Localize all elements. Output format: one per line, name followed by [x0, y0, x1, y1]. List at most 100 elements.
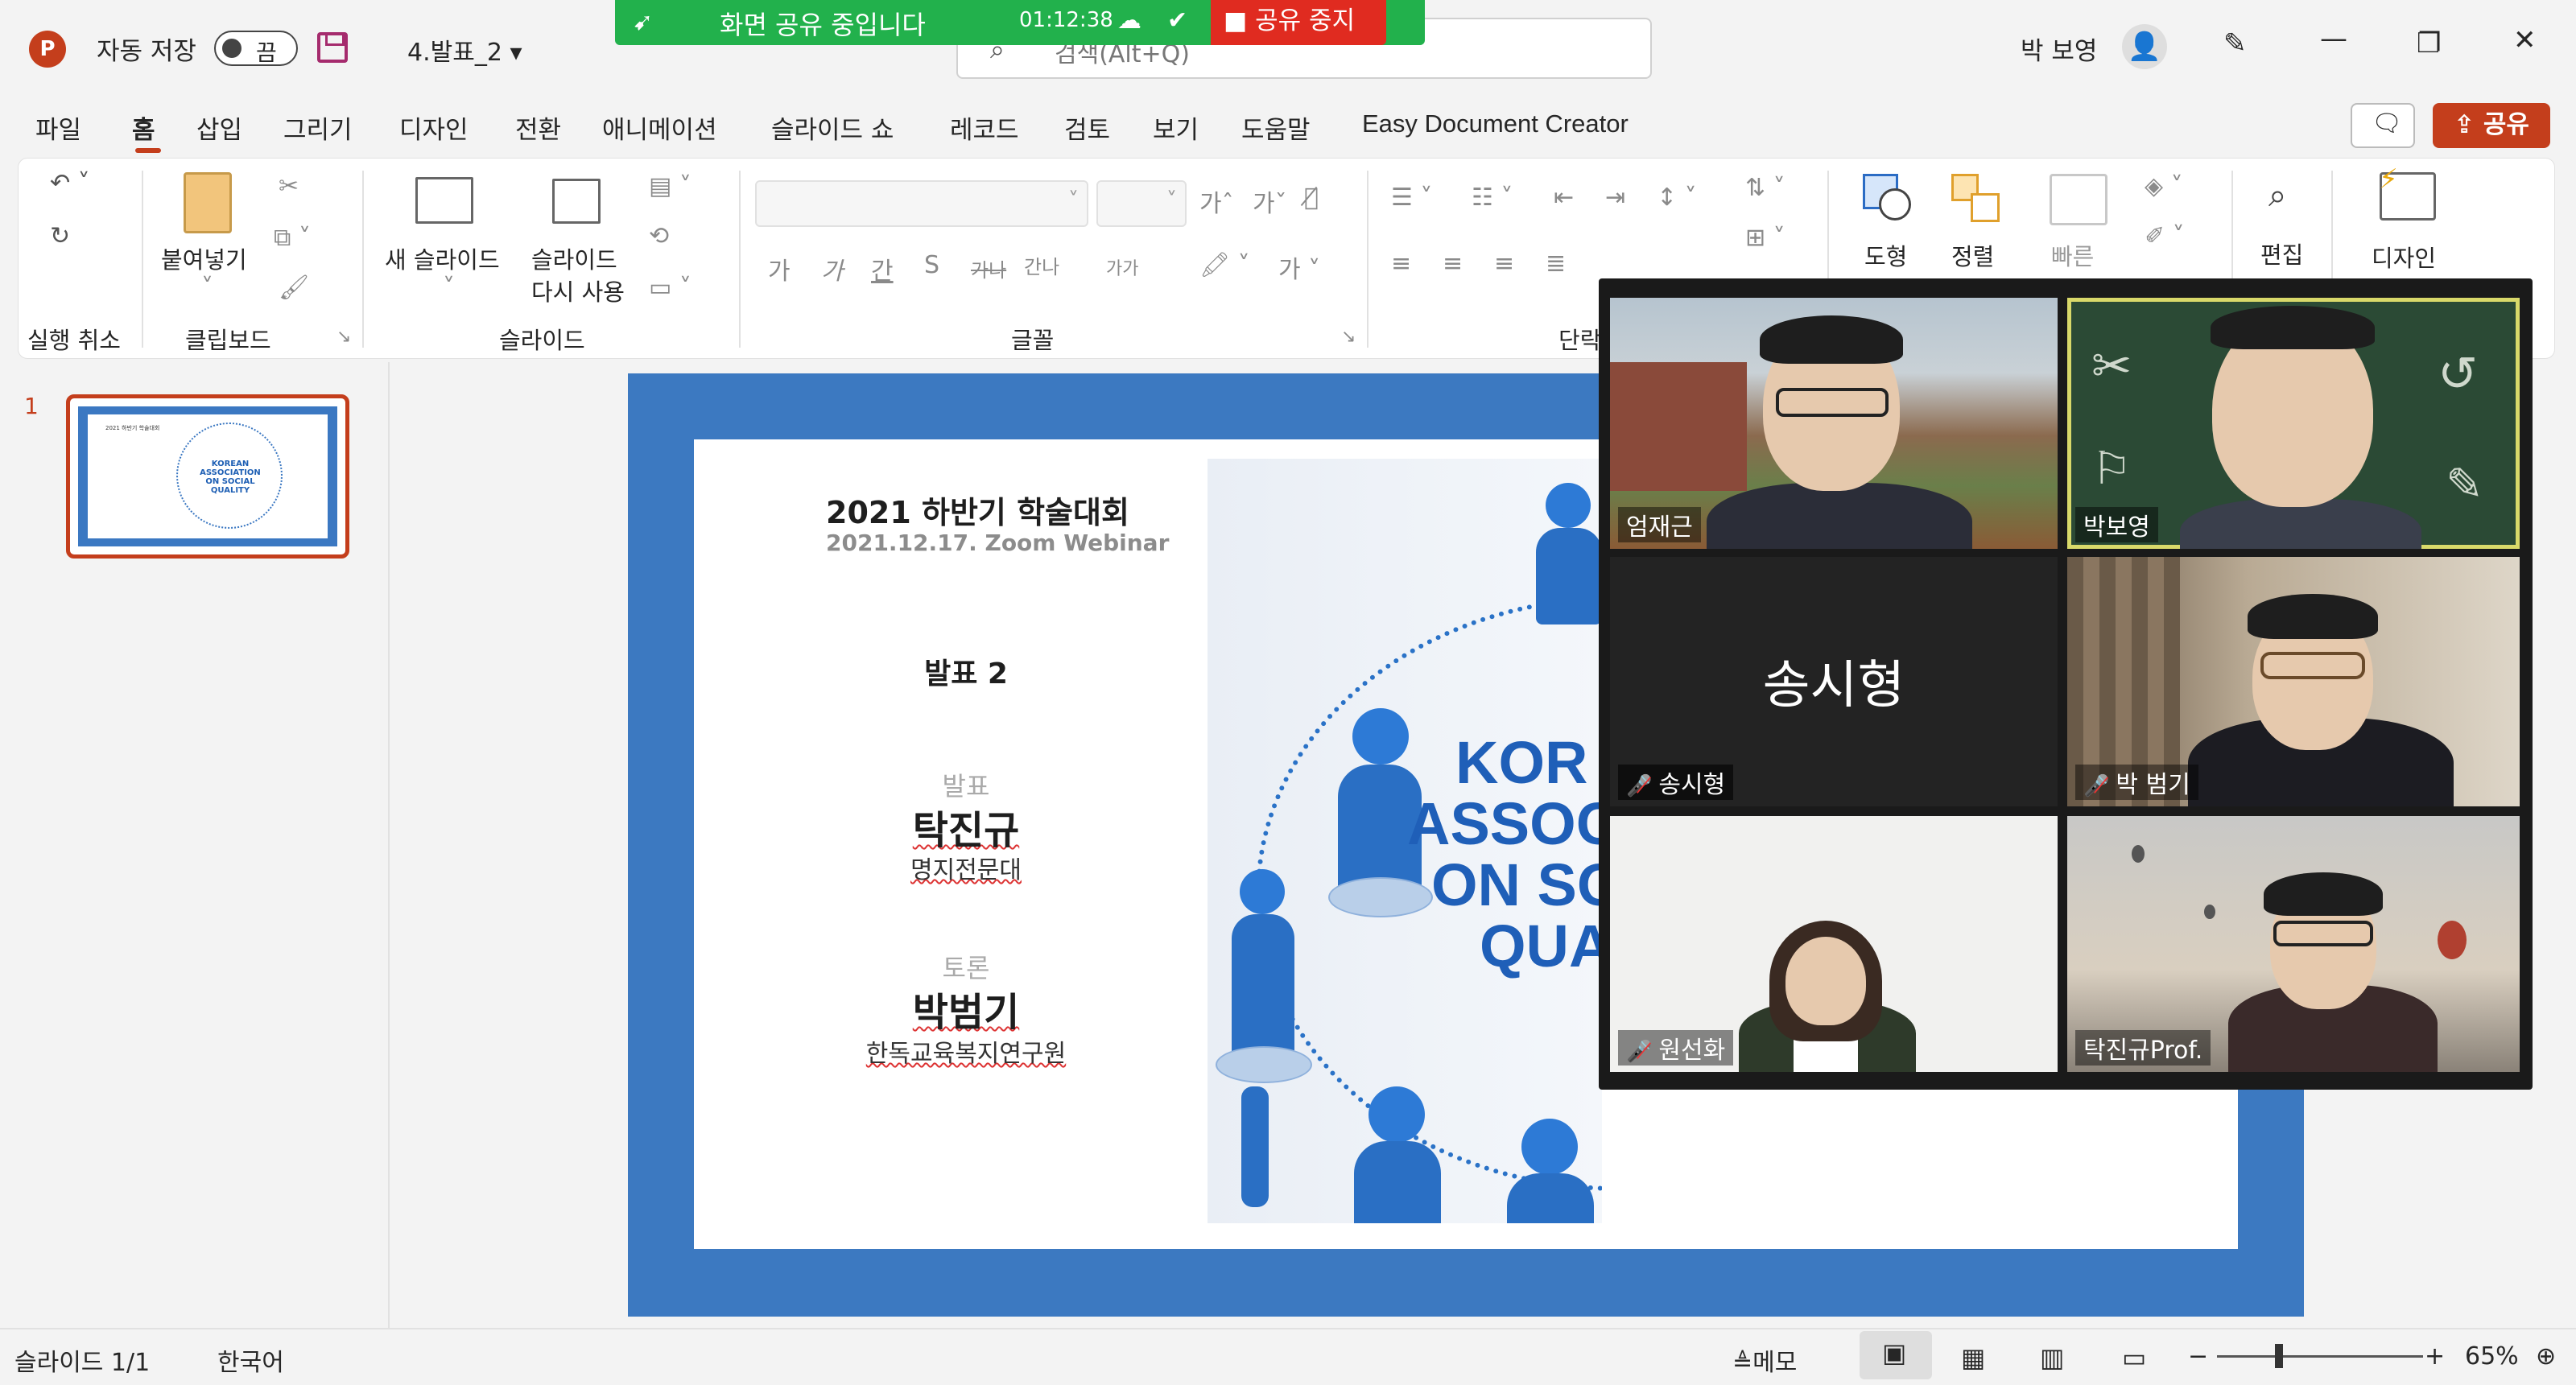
strikethrough-button[interactable]: 가나 [971, 254, 1006, 282]
decrease-indent-icon[interactable]: ⇤ [1554, 183, 1574, 212]
tab-slideshow[interactable]: 슬라이드 쇼 [771, 109, 894, 146]
format-painter-icon[interactable]: 🖌 [279, 274, 309, 302]
slide-thumbnail[interactable]: 2021 하반기 학술대회 KOREAN ASSOCIATION ON SOCI… [66, 394, 349, 559]
align-text-icon[interactable]: ⊞ ˅ [1745, 224, 1785, 252]
video-tile-active-speaker[interactable]: ✂ ⚐ ↺ ✎ 박보영 [2067, 298, 2520, 549]
underline-button[interactable]: 간 [871, 251, 894, 286]
tab-help[interactable]: 도움말 [1241, 109, 1311, 146]
save-icon[interactable] [317, 32, 348, 63]
presenter-name[interactable]: 탁진규 [886, 798, 1046, 855]
tab-file[interactable]: 파일 [35, 109, 81, 146]
tab-draw[interactable]: 그리기 [283, 109, 353, 146]
line-spacing-icon[interactable]: ↕ ˅ [1657, 183, 1697, 212]
zoom-slider-thumb[interactable] [2275, 1344, 2283, 1368]
video-tile-no-video[interactable]: 송시형 🎤̸ 송시형 [1610, 557, 2058, 806]
video-tile[interactable]: 탁진규Prof. [2067, 816, 2520, 1072]
zoom-in-button[interactable]: + [2425, 1342, 2445, 1371]
shadow-button[interactable]: S [924, 251, 939, 279]
bullets-icon[interactable]: ☰ ˅ [1391, 183, 1432, 212]
slideshow-icon[interactable]: ▭ [2122, 1342, 2146, 1373]
arrange-button[interactable]: 정렬 [1951, 238, 1994, 272]
undo-icon[interactable]: ↶ ˅ [50, 169, 90, 197]
restore-button[interactable]: ❐ [2417, 27, 2441, 60]
share-button[interactable]: ⇪ 공유 [2433, 103, 2550, 148]
tab-view[interactable]: 보기 [1153, 109, 1199, 146]
tab-insert[interactable]: 삽입 [196, 109, 242, 146]
new-slide-button[interactable]: 새 슬라이드 [385, 241, 500, 275]
numbering-icon[interactable]: ☷ ˅ [1472, 183, 1513, 212]
slide-subtitle[interactable]: 2021.12.17. Zoom Webinar [826, 530, 1169, 556]
align-right-icon[interactable]: ≡ [1494, 249, 1514, 278]
align-left-icon[interactable]: ≡ [1391, 249, 1411, 278]
reuse-slides-button-line2[interactable]: 다시 사용 [531, 274, 625, 307]
clear-format-icon[interactable]: 가̸ [1304, 183, 1319, 212]
avatar[interactable]: 👤 [2122, 24, 2167, 69]
find-icon[interactable]: ⌕ [2268, 177, 2286, 214]
reuse-slides-icon[interactable] [552, 179, 601, 224]
bold-button[interactable]: 가 [768, 251, 791, 286]
justify-icon[interactable]: ≣ [1546, 249, 1566, 278]
designer-button[interactable]: 디자인 [2372, 240, 2436, 274]
layout-icon[interactable]: ▤ ˅ [649, 172, 691, 200]
file-name[interactable]: 4.발표_2 ▾ [407, 32, 522, 68]
editing-button[interactable]: 편집 [2260, 237, 2303, 270]
new-slide-dropdown-icon[interactable]: ˅ [443, 274, 455, 302]
change-case-button[interactable]: 가가 [1106, 254, 1138, 280]
video-tile[interactable]: 🎤̸ 원선화 [1610, 816, 2058, 1072]
font-launcher-icon[interactable]: ↘ [1341, 327, 1356, 347]
zoom-slider[interactable] [2217, 1355, 2423, 1358]
pen-icon[interactable]: ✎ [2223, 27, 2247, 60]
notes-button[interactable]: ≜메모 [1732, 1342, 1797, 1378]
normal-view-button[interactable]: ▣ [1860, 1331, 1932, 1379]
copy-icon[interactable]: ⧉ ˅ [274, 224, 311, 252]
clipboard-launcher-icon[interactable]: ↘ [336, 327, 351, 347]
discussant-affiliation[interactable]: 한독교육복지연구원 [837, 1033, 1095, 1069]
italic-button[interactable]: 가 [821, 251, 844, 286]
new-slide-icon[interactable] [415, 177, 473, 224]
tab-record[interactable]: 레코드 [950, 109, 1019, 146]
paste-dropdown-icon[interactable]: ˅ [201, 274, 213, 302]
tab-easy-document-creator[interactable]: Easy Document Creator [1362, 109, 1629, 138]
stop-share-button[interactable]: ■ 공유 중지 [1211, 0, 1386, 45]
paste-button[interactable]: 붙여넣기 [161, 241, 247, 275]
language-indicator[interactable]: 한국어 [217, 1342, 284, 1378]
tab-design[interactable]: 디자인 [399, 109, 469, 146]
slide-session[interactable]: 발표 2 [886, 650, 1046, 692]
discussant-name[interactable]: 박범기 [886, 980, 1046, 1037]
slide-sorter-icon[interactable]: ▦ [1961, 1342, 1985, 1373]
comments-button[interactable]: 🗨 [2351, 103, 2415, 148]
fit-to-window-icon[interactable]: ⊕ [2536, 1342, 2556, 1371]
zoom-out-button[interactable]: − [2188, 1342, 2208, 1371]
slide-title[interactable]: 2021 하반기 학술대회 [826, 488, 1129, 532]
quick-styles-button[interactable]: 빠른 [2051, 238, 2094, 272]
tab-review[interactable]: 검토 [1064, 109, 1110, 146]
shape-fill-icon[interactable]: ◈ ˅ [2145, 172, 2183, 200]
presenter-affiliation[interactable]: 명지전문대 [869, 850, 1063, 885]
highlight-icon[interactable]: 🖍 ˅ [1199, 251, 1250, 279]
font-name-combobox[interactable]: ˅ [755, 180, 1088, 227]
shrink-font-icon[interactable]: 가ˇ [1253, 183, 1287, 219]
close-button[interactable]: ✕ [2513, 24, 2537, 56]
reset-icon[interactable]: ⟲ [649, 222, 669, 250]
video-tile[interactable]: 🎤̸ 박 범기 [2067, 557, 2520, 806]
tab-home[interactable]: 홈 [132, 109, 155, 146]
grow-font-icon[interactable]: 가ˆ [1199, 183, 1234, 219]
reading-view-icon[interactable]: ▥ [2040, 1342, 2064, 1373]
zoom-level[interactable]: 65% [2465, 1342, 2519, 1371]
redo-icon[interactable]: ↻ [50, 222, 70, 250]
shape-outline-icon[interactable]: ✐ ˅ [2145, 222, 2185, 250]
video-tile[interactable]: 엄재근 [1610, 298, 2058, 549]
designer-icon[interactable]: ⚡ [2379, 163, 2436, 221]
text-direction-icon[interactable]: ⇅ ˅ [1745, 174, 1785, 202]
char-spacing-button[interactable]: 간나 [1024, 251, 1059, 279]
cut-icon[interactable]: ✂ [279, 172, 299, 200]
tab-animations[interactable]: 애니메이션 [602, 109, 717, 146]
quick-styles-icon[interactable] [2050, 174, 2107, 225]
tab-transitions[interactable]: 전환 [515, 109, 561, 146]
font-size-combobox[interactable]: ˅ [1096, 180, 1187, 227]
increase-indent-icon[interactable]: ⇥ [1605, 183, 1625, 212]
shapes-button[interactable]: 도형 [1864, 238, 1907, 272]
font-color-icon[interactable]: 가 ˅ [1278, 249, 1320, 285]
align-center-icon[interactable]: ≡ [1443, 249, 1463, 278]
minimize-button[interactable]: — [2320, 23, 2347, 55]
